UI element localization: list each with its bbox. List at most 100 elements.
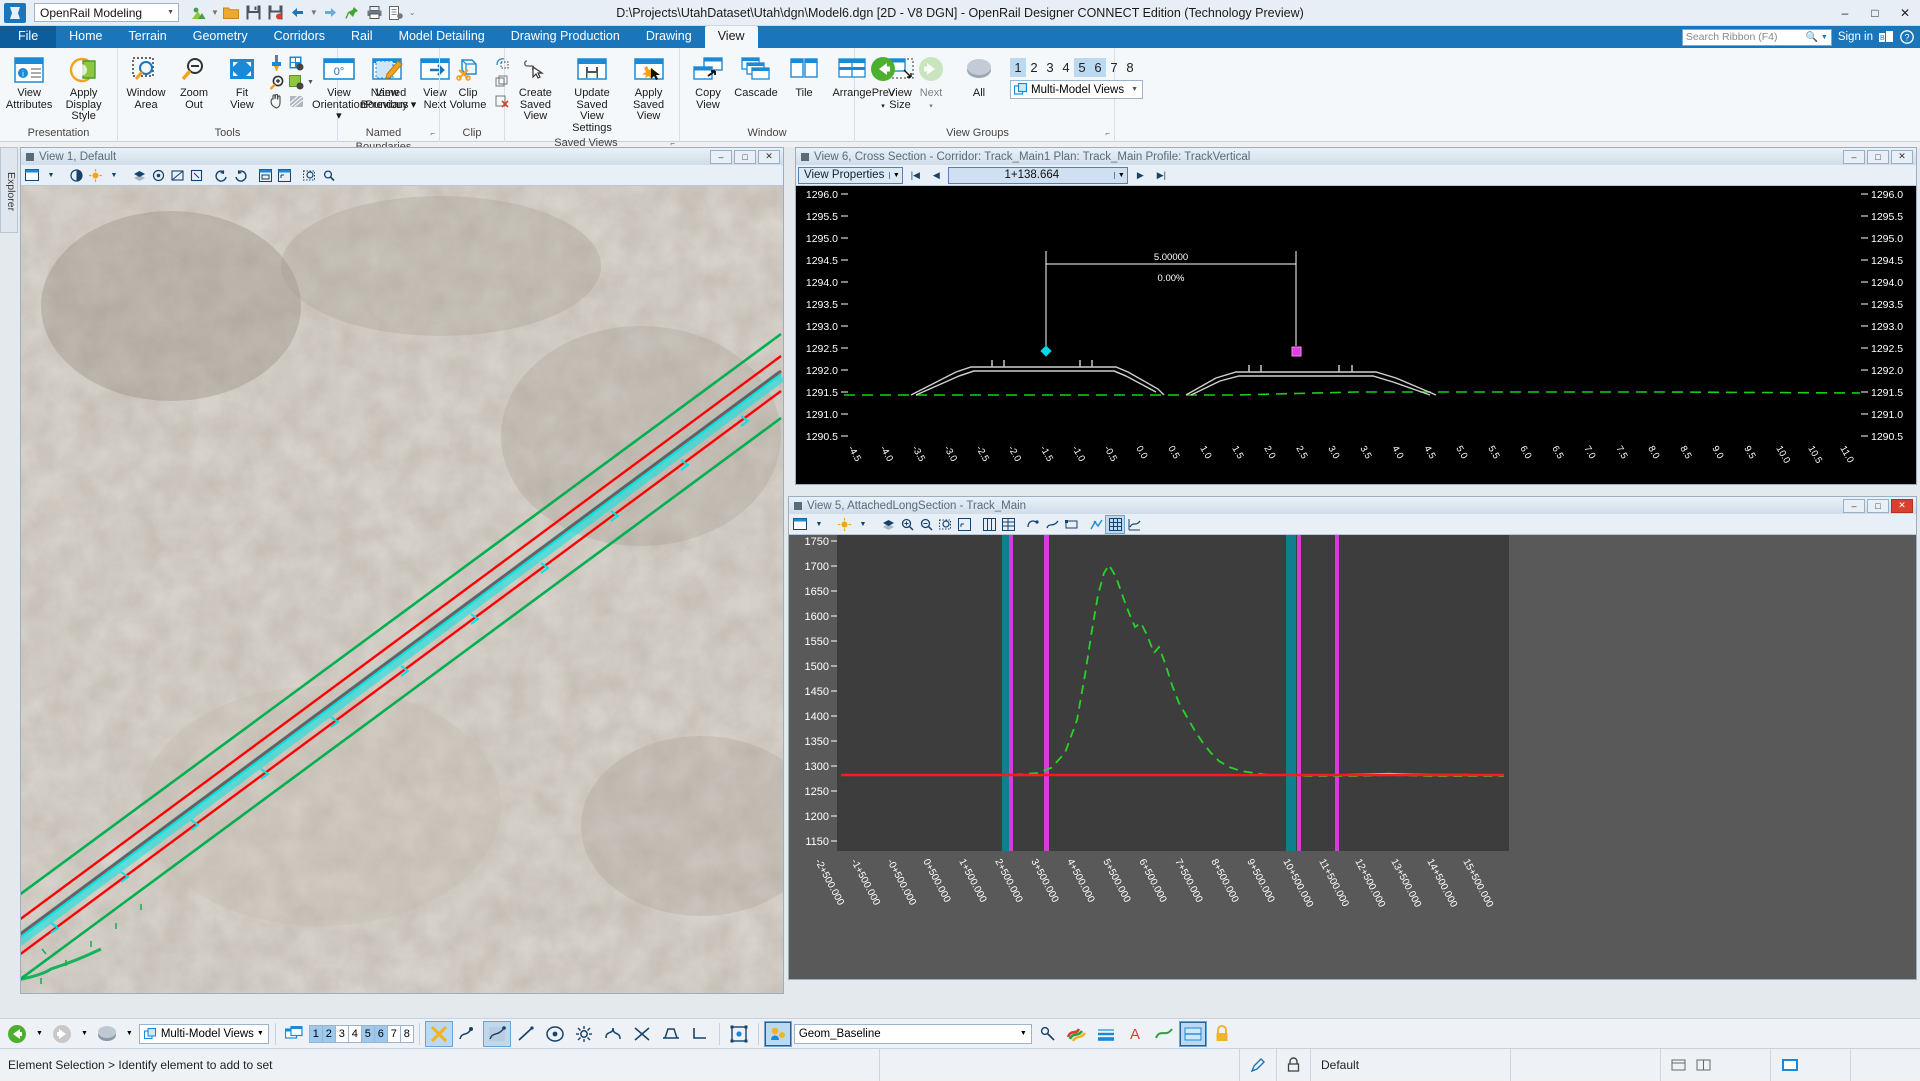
element-selection-icon[interactable] (455, 1022, 481, 1046)
class-icon[interactable] (658, 1022, 684, 1046)
view-number-1[interactable]: 1 (1010, 58, 1026, 77)
chevron-down-icon[interactable]: ▼ (257, 1030, 264, 1037)
fit-view-icon[interactable] (955, 516, 973, 533)
tab-model-detailing[interactable]: Model Detailing (386, 26, 498, 48)
civil-toggle-icon[interactable] (1106, 516, 1124, 533)
display-style-icon[interactable] (67, 167, 85, 184)
window-area-button[interactable]: WindowArea (123, 52, 169, 113)
view-menu-icon[interactable] (794, 502, 802, 510)
bottom-view-number-1[interactable]: 1 (309, 1025, 323, 1043)
chevron-down-icon[interactable]: ▼ (105, 167, 123, 184)
view-6-canvas[interactable]: 1296.01295.51295.0 1294.51294.01293.5 12… (796, 186, 1916, 484)
minimize-button[interactable]: – (1830, 1, 1860, 25)
vertical-geometry-icon[interactable] (1087, 516, 1105, 533)
magnifier-plus-icon[interactable] (267, 73, 285, 91)
handle-magenta[interactable] (1292, 347, 1301, 356)
tab-view[interactable]: View (705, 26, 758, 48)
copy-view-button[interactable]: CopyView (685, 52, 731, 113)
line-weight-icon[interactable] (1093, 1022, 1119, 1046)
maximize-button[interactable]: □ (1860, 1, 1890, 25)
view-attributes-icon[interactable] (23, 167, 41, 184)
zoom-out-icon[interactable] (917, 516, 935, 533)
chart-icon[interactable] (1125, 516, 1143, 533)
workflow-selector[interactable]: OpenRail Modeling ▼ (34, 3, 179, 22)
clip-mask-icon[interactable] (287, 92, 305, 110)
active-level-selector[interactable]: Geom_Baseline ▼ (794, 1024, 1032, 1044)
view-group-selector[interactable]: Multi-Model Views ▼ (139, 1024, 269, 1044)
overflow-chevron-icon[interactable]: ⌄ (409, 8, 416, 17)
view-attributes-icon[interactable] (791, 516, 809, 533)
view-menu-icon[interactable] (801, 153, 809, 161)
zoom-out-button[interactable]: ZoomOut (171, 52, 217, 113)
bentley-cloud-icon[interactable]: B (1879, 31, 1894, 44)
named-boundary-button[interactable]: NamedBoundary ▾ (354, 52, 424, 113)
render-icon[interactable] (835, 516, 853, 533)
cross-section-chart[interactable]: 1296.01295.51295.0 1294.51294.01293.5 12… (796, 186, 1916, 484)
level-display-icon[interactable] (879, 516, 897, 533)
bottom-view-number-8[interactable]: 8 (400, 1025, 414, 1043)
prev-view-group-button[interactable]: Prev▾ (860, 52, 906, 114)
view-number-3[interactable]: 3 (1042, 58, 1058, 77)
save-settings-icon[interactable] (266, 3, 285, 22)
clip-volume-icon[interactable] (149, 167, 167, 184)
prev-station-button[interactable]: ◀ (927, 167, 945, 184)
profile-icon[interactable] (1043, 516, 1061, 533)
color-icon[interactable] (542, 1022, 568, 1046)
view-5-canvas[interactable]: 175017001650 160015501500 145014001350 1… (789, 535, 1916, 979)
lock-icon[interactable] (1209, 1022, 1235, 1046)
bottom-view-number-3[interactable]: 3 (335, 1025, 349, 1043)
prev-view-group-icon[interactable] (4, 1022, 30, 1046)
previous-view-icon[interactable] (212, 167, 230, 184)
view-5-close[interactable]: ✕ (1891, 499, 1913, 513)
search-input[interactable]: Search Ribbon (F4) 🔍 ▼ (1682, 29, 1832, 46)
explorer-icon[interactable] (189, 3, 208, 22)
zoom-window-icon[interactable] (300, 167, 318, 184)
template-icon[interactable] (687, 1022, 713, 1046)
chevron-down-icon[interactable]: ▼ (42, 167, 60, 184)
redo-icon[interactable] (321, 3, 340, 22)
pin-icon[interactable] (343, 3, 362, 22)
priority-icon[interactable] (629, 1022, 655, 1046)
pan-icon[interactable] (267, 92, 285, 110)
view-1-restore[interactable]: □ (734, 150, 756, 164)
print-icon[interactable] (365, 3, 384, 22)
chevron-down-icon[interactable]: ▼ (123, 1022, 136, 1046)
window-area-icon[interactable] (256, 167, 274, 184)
create-saved-view-button[interactable]: CreateSaved View (510, 52, 561, 125)
grid-icon[interactable] (980, 516, 998, 533)
station-value[interactable]: 1+138.664 (949, 169, 1114, 181)
text-style-icon[interactable]: A (1122, 1022, 1148, 1046)
level-symbology-icon[interactable] (484, 1022, 510, 1046)
render-icon[interactable] (86, 167, 104, 184)
save-icon[interactable] (244, 3, 263, 22)
view-6-minimize[interactable]: – (1843, 150, 1865, 164)
chevron-down-icon[interactable]: ▼ (78, 1022, 91, 1046)
close-button[interactable]: ✕ (1890, 1, 1920, 25)
no-element-icon[interactable] (426, 1022, 452, 1046)
clip-volume-button[interactable]: ClipVolume (445, 52, 491, 113)
dialog-launcher-icon[interactable]: ⌐ (430, 127, 435, 141)
next-view-group-icon[interactable] (49, 1022, 75, 1046)
transparency-slider-icon[interactable] (1151, 1022, 1177, 1046)
view-menu-icon[interactable] (26, 153, 34, 161)
chevron-down-icon[interactable]: ▼ (810, 516, 828, 533)
view-properties-label[interactable]: View Properties (799, 169, 889, 181)
fit-view-icon[interactable] (275, 167, 293, 184)
level-display-icon[interactable] (130, 167, 148, 184)
display-rules-icon[interactable] (287, 54, 305, 72)
chevron-down-icon[interactable]: ▼ (889, 172, 902, 179)
view-5-minimize[interactable]: – (1843, 499, 1865, 513)
color-palette-icon[interactable] (1064, 1022, 1090, 1046)
bottom-view-number-6[interactable]: 6 (374, 1025, 388, 1043)
tile-views-icon[interactable] (282, 1022, 306, 1046)
dialog-launcher-icon[interactable]: ⌐ (1105, 127, 1110, 141)
properties-icon[interactable] (387, 3, 406, 22)
tab-geometry[interactable]: Geometry (180, 26, 261, 48)
all-views-icon[interactable] (94, 1022, 120, 1046)
table-icon[interactable] (999, 516, 1017, 533)
chevron-down-icon[interactable]: ▼ (1114, 172, 1127, 179)
annotate-icon[interactable] (1024, 516, 1042, 533)
cascade-button[interactable]: Cascade (733, 52, 779, 102)
bottom-view-number-5[interactable]: 5 (361, 1025, 375, 1043)
search-icon[interactable]: 🔍 (1805, 32, 1817, 43)
